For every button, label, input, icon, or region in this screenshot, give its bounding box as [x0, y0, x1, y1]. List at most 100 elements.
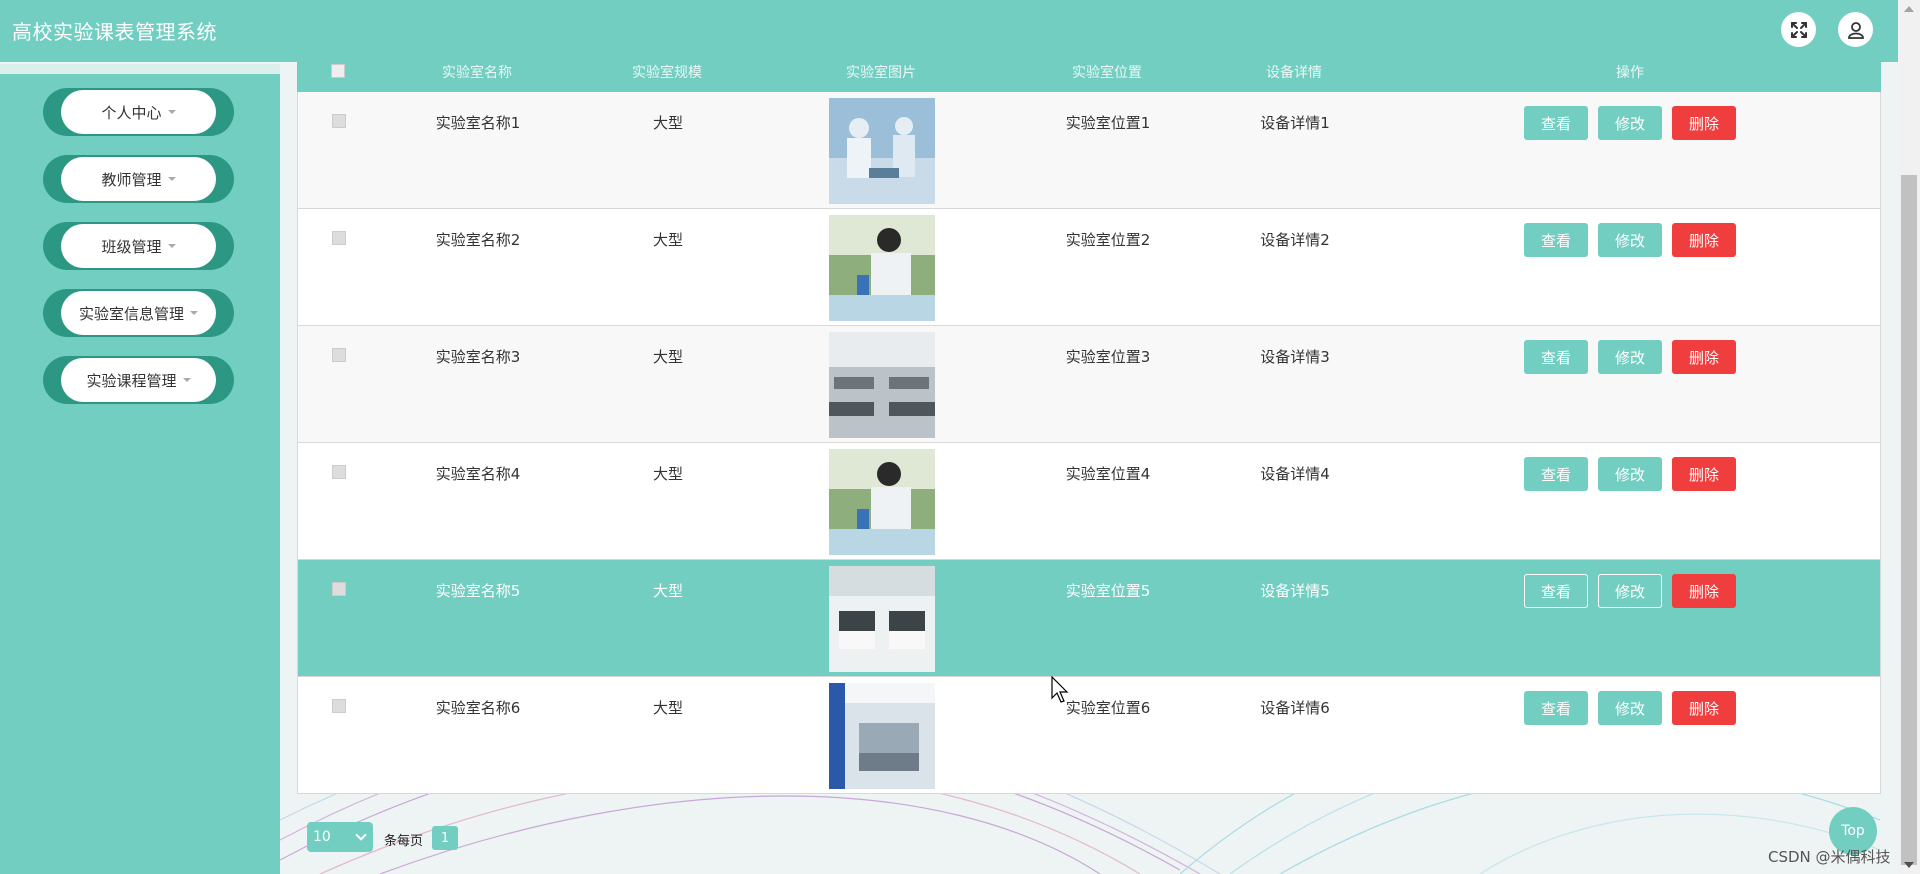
top-header: 高校实验课表管理系统: [0, 0, 1898, 62]
delete-button[interactable]: 删除: [1672, 340, 1736, 374]
sidebar-item-lab-info-management[interactable]: 实验室信息管理: [43, 289, 234, 337]
lab-scale: 大型: [652, 114, 684, 132]
page-size-value: 10: [313, 829, 331, 845]
page-size-select[interactable]: 10: [307, 822, 373, 852]
table-row[interactable]: 实验室名称3 大型 查看 修改 删除 实验室位置3 设备详情3: [297, 326, 1881, 443]
lab-name: 实验室名称3: [435, 348, 521, 366]
expand-arrows-icon: [1790, 21, 1807, 38]
edit-button[interactable]: 修改: [1598, 691, 1662, 725]
column-header: 实验室规模: [632, 65, 702, 81]
lab-equipment: 设备详情5: [1260, 582, 1330, 600]
row-checkbox[interactable]: [332, 582, 346, 596]
lab-image: [829, 332, 935, 438]
view-button[interactable]: 查看: [1524, 691, 1588, 725]
lab-name: 实验室名称2: [435, 231, 521, 249]
edit-button[interactable]: 修改: [1598, 574, 1662, 608]
fullscreen-button[interactable]: [1781, 12, 1816, 47]
lab-equipment: 设备详情3: [1260, 348, 1330, 366]
sidebar-item-label: 实验课程管理: [86, 371, 177, 390]
scroll-thumb[interactable]: [1901, 175, 1917, 865]
sidebar-item-class-management[interactable]: 班级管理: [43, 222, 234, 270]
user-icon: [1847, 21, 1864, 39]
lab-table: 实验室名称 实验室规模 实验室图片 实验室位置 设备详情 操作 实验室名称1 大…: [297, 56, 1881, 799]
caret-down-icon: [182, 378, 191, 382]
lab-image: [829, 449, 935, 555]
column-header: 实验室位置: [1072, 65, 1142, 81]
sidebar-item-lab-course-management[interactable]: 实验课程管理: [43, 356, 234, 404]
view-button[interactable]: 查看: [1524, 340, 1588, 374]
column-header: 实验室图片: [846, 65, 916, 81]
lab-location: 实验室位置1: [1065, 114, 1151, 132]
sidebar-item-label: 实验室信息管理: [78, 304, 184, 323]
edit-button[interactable]: 修改: [1598, 106, 1662, 140]
delete-button[interactable]: 删除: [1672, 457, 1736, 491]
table-row[interactable]: 实验室名称5 大型 查看 修改 删除 实验室位置5 设备详情5: [297, 560, 1881, 677]
table-row[interactable]: 实验室名称6 大型 查看 修改 删除 实验室位置6 设备详情6: [297, 677, 1881, 794]
table-row[interactable]: 实验室名称2 大型 查看 修改 删除 实验室位置2 设备详情2: [297, 209, 1881, 326]
row-checkbox[interactable]: [332, 348, 346, 362]
lab-name: 实验室名称6: [435, 699, 521, 717]
lab-location: 实验室位置4: [1065, 465, 1151, 483]
delete-button[interactable]: 删除: [1672, 223, 1736, 257]
view-button[interactable]: 查看: [1524, 574, 1588, 608]
view-button[interactable]: 查看: [1524, 223, 1588, 257]
sidebar-item-teacher-management[interactable]: 教师管理: [43, 155, 234, 203]
sidebar-item-pill: 个人中心: [61, 90, 216, 134]
row-checkbox[interactable]: [332, 114, 346, 128]
scroll-up-arrow-icon[interactable]: [1904, 6, 1914, 12]
page-number-button[interactable]: 1: [432, 826, 458, 850]
caret-down-icon: [167, 110, 176, 114]
edit-button[interactable]: 修改: [1598, 340, 1662, 374]
column-header: 实验室名称: [442, 65, 512, 81]
edit-button[interactable]: 修改: [1598, 223, 1662, 257]
column-header: 操作: [1616, 65, 1644, 81]
lab-scale: 大型: [652, 699, 684, 717]
lab-location: 实验室位置2: [1065, 231, 1151, 249]
lab-equipment: 设备详情2: [1260, 231, 1330, 249]
user-button[interactable]: [1838, 12, 1873, 47]
row-checkbox[interactable]: [332, 699, 346, 713]
lab-equipment: 设备详情1: [1260, 114, 1330, 132]
sidebar-item-label: 个人中心: [101, 103, 162, 122]
caret-down-icon: [190, 311, 198, 315]
caret-down-icon: [167, 244, 176, 248]
column-header: 设备详情: [1266, 65, 1322, 81]
sidebar-item-label: 教师管理: [101, 170, 162, 189]
app-title: 高校实验课表管理系统: [12, 20, 217, 44]
view-button[interactable]: 查看: [1524, 457, 1588, 491]
table-row[interactable]: 实验室名称4 大型 查看 修改 删除 实验室位置4 设备详情4: [297, 443, 1881, 560]
table-row[interactable]: 实验室名称1 大型 查看 修改 删除 实验室位置1 设备详情1: [297, 92, 1881, 209]
delete-button[interactable]: 删除: [1672, 691, 1736, 725]
watermark: CSDN @米偶科技: [1768, 848, 1891, 866]
delete-button[interactable]: 删除: [1672, 106, 1736, 140]
per-page-label: 条每页: [384, 834, 424, 849]
sidebar-item-pill: 实验室信息管理: [61, 291, 216, 335]
sidebar-item-personal-center[interactable]: 个人中心: [43, 88, 234, 136]
lab-image: [829, 98, 935, 204]
select-all-checkbox[interactable]: [331, 64, 345, 78]
lab-location: 实验室位置3: [1065, 348, 1151, 366]
scroll-down-arrow-icon[interactable]: [1904, 862, 1914, 868]
lab-equipment: 设备详情6: [1260, 699, 1330, 717]
view-button[interactable]: 查看: [1524, 106, 1588, 140]
lab-scale: 大型: [652, 231, 684, 249]
lab-name: 实验室名称4: [435, 465, 521, 483]
delete-button[interactable]: 删除: [1672, 574, 1736, 608]
sidebar-item-pill: 实验课程管理: [61, 358, 216, 402]
page-scrollbar[interactable]: [1898, 0, 1920, 874]
lab-scale: 大型: [652, 348, 684, 366]
lab-location: 实验室位置6: [1065, 699, 1151, 717]
lab-image: [829, 215, 935, 321]
mouse-cursor-icon: [1051, 676, 1069, 703]
lab-location: 实验室位置5: [1065, 582, 1151, 600]
edit-button[interactable]: 修改: [1598, 457, 1662, 491]
lab-image: [829, 683, 935, 789]
row-checkbox[interactable]: [332, 465, 346, 479]
lab-equipment: 设备详情4: [1260, 465, 1330, 483]
sidebar-item-pill: 班级管理: [61, 224, 216, 268]
lab-name: 实验室名称1: [435, 114, 521, 132]
lab-name: 实验室名称5: [435, 582, 521, 600]
sidebar-item-pill: 教师管理: [61, 157, 216, 201]
row-checkbox[interactable]: [332, 231, 346, 245]
lab-scale: 大型: [652, 465, 684, 483]
